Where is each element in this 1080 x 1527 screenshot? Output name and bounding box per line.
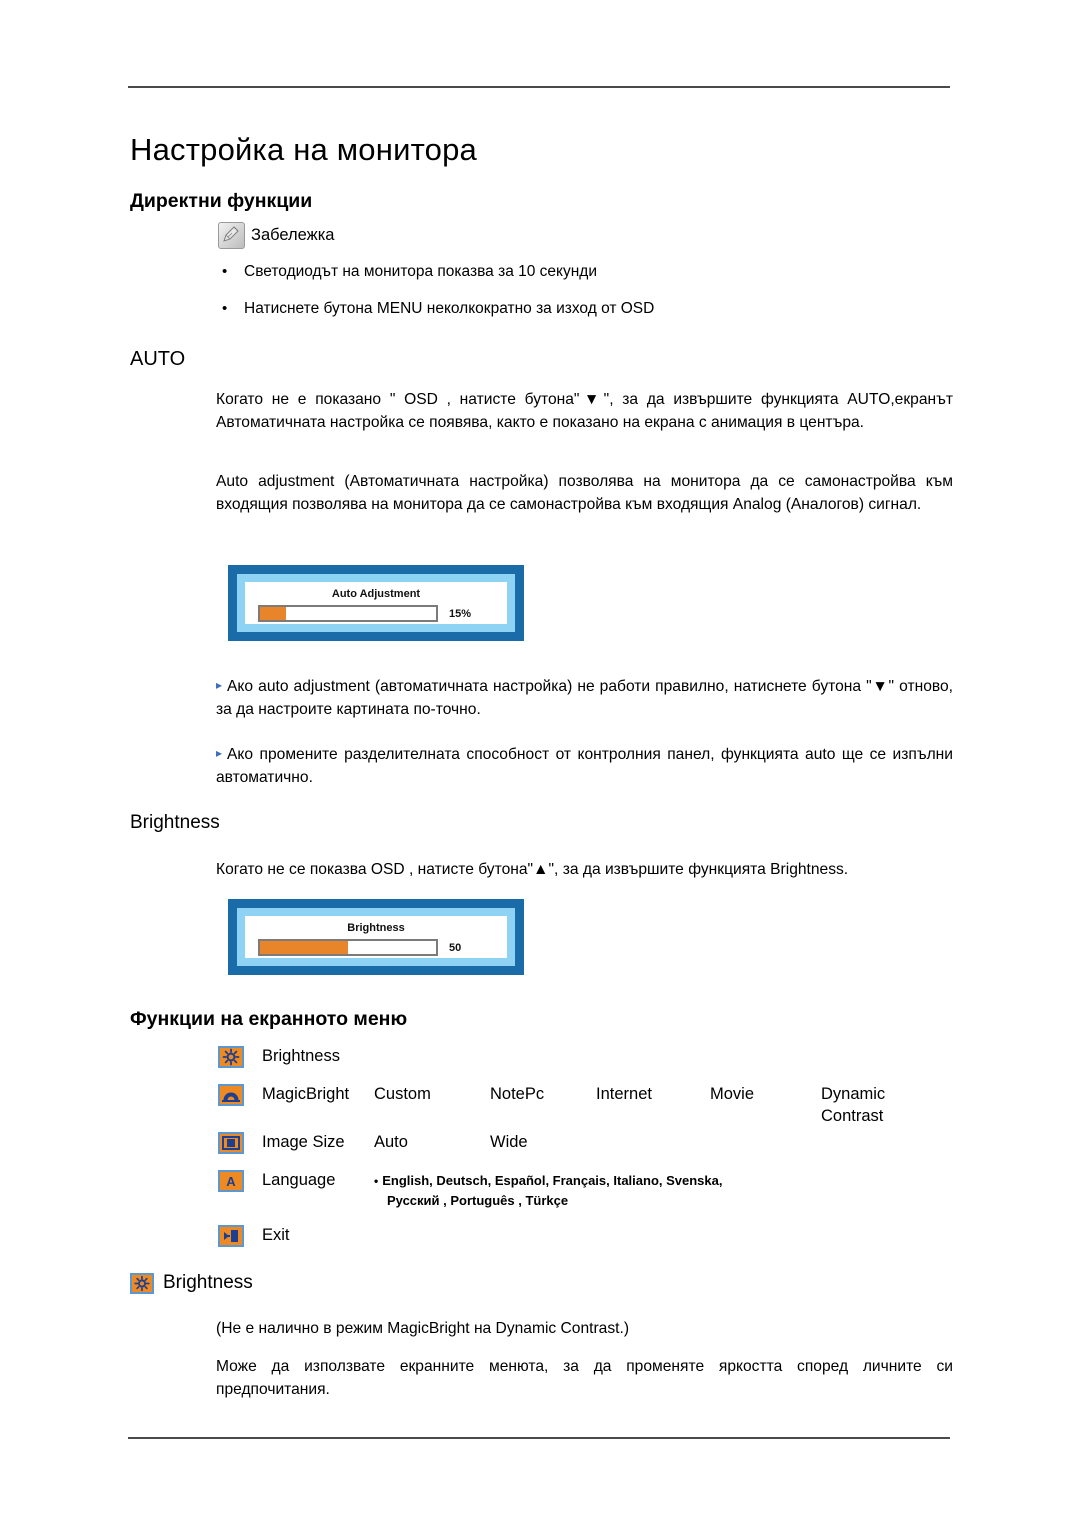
menu-option-auto[interactable]: Auto [374,1131,490,1153]
list-item: • Светодиодът на монитора показва за 10 … [218,262,918,282]
osd-progress-bar [258,939,438,956]
direct-functions-bullets: • Светодиодът на монитора показва за 10 … [218,262,918,336]
brightness-detail-note: (Не е налично в режим MagicBright на Dyn… [216,1320,630,1337]
menu-label: Exit [262,1226,290,1244]
osd-brightness: Brightness 50 [228,899,524,975]
osd-title: Auto Adjustment [331,588,421,600]
osd-progress-value: 50 [449,941,462,954]
language-line-2: Русский , Português , Türkçe [387,1193,569,1208]
auto-paragraph-2: Auto adjustment (Автоматичната настройка… [216,473,953,513]
osd-bezel: Auto Adjustment 15% [237,574,515,632]
osd-bar-row: 50 [258,939,499,956]
auto-tip-2: ▸ Ако промените разделителната способност… [216,742,953,789]
section-heading-osd-menu: Функции на екранното меню [130,1008,408,1030]
note-pen-icon [218,222,245,249]
language-options[interactable]: • English, Deutsch, Español, Français, It… [374,1171,722,1210]
brightness-paragraph: Когато не се показва OSD , натисте бутон… [216,861,849,878]
exit-door-icon [218,1225,244,1247]
auto-paragraph-1: Когато не е показано " OSD , натисте бут… [216,391,953,431]
brightness-detail-heading: Brightness [130,1272,253,1294]
auto-tip-1: ▸ Ако auto adjustment (автоматичната наст… [216,674,953,721]
brightness-sun-icon [218,1046,244,1068]
menu-label: Language [262,1171,336,1189]
menu-option-notepc[interactable]: NotePc [490,1083,596,1105]
osd-progress-fill [260,607,287,620]
header-divider [128,86,950,88]
menu-row-exit[interactable]: Exit [218,1224,978,1250]
note-callout: Забележка [218,222,334,249]
brightness-detail-label: Brightness [163,1272,253,1293]
menu-label: Image Size [262,1133,345,1151]
osd-progress-bar [258,605,438,622]
note-label: Забележка [251,226,335,244]
menu-option-dynamic-contrast[interactable]: Dynamic Contrast [821,1083,886,1125]
footer-divider [128,1437,950,1439]
menu-row-image-size[interactable]: Image Size Auto Wide [218,1131,978,1157]
section-heading-auto: AUTO [130,348,186,370]
osd-screen: Auto Adjustment 15% [245,582,507,624]
page-title: Настройка на монитора [130,132,477,167]
brightness-detail-paragraph: Може да използвате екранните менюта, за … [216,1358,953,1398]
arrow-bullet-icon: ▸ [216,678,223,692]
menu-row-language[interactable]: A Language • English, Deutsch, Español, F… [218,1169,978,1210]
document-page: Настройка на монитора Директни функции З… [0,0,1080,1527]
menu-label: Brightness [262,1047,340,1065]
image-size-frame-icon [218,1132,244,1154]
menu-row-brightness[interactable]: Brightness [218,1045,978,1071]
language-line-1: English, Deutsch, Español, Français, Ita… [382,1173,723,1188]
bullet-marker: • [222,300,228,317]
brightness-sun-icon [130,1273,154,1294]
menu-option-wide[interactable]: Wide [490,1131,528,1153]
osd-progress-value: 15% [449,607,472,620]
magicbright-arch-icon [218,1084,244,1106]
osd-progress-fill [260,941,348,954]
menu-option-internet[interactable]: Internet [596,1083,710,1105]
section-heading-brightness-direct: Brightness [130,812,220,833]
osd-auto-adjustment: Auto Adjustment 15% [228,565,524,641]
list-item: • Натиснете бутона MENU неколкократно за… [218,299,918,319]
osd-bezel: Brightness 50 [237,908,515,966]
menu-option-custom[interactable]: Custom [374,1083,490,1105]
bullet-marker: • [222,263,228,280]
language-bullet-marker: • [374,1174,379,1188]
auto-tip-1-text: Ако auto adjustment (автоматичната настр… [216,678,953,718]
osd-title: Brightness [347,922,405,934]
menu-row-magicbright[interactable]: MagicBright Custom NotePc Internet Movie… [218,1083,978,1125]
language-a-icon: A [218,1170,244,1192]
list-item-text: Светодиодът на монитора показва за 10 се… [244,263,598,280]
svg-text:A: A [226,1174,236,1189]
arrow-bullet-icon: ▸ [216,746,223,760]
list-item-text: Натиснете бутона MENU неколкократно за и… [244,300,655,317]
menu-option-movie[interactable]: Movie [710,1083,821,1105]
osd-bar-row: 15% [258,605,499,622]
osd-menu-list: Brightness MagicBright Custom NotePc Int… [218,1045,978,1262]
section-heading-direct-functions: Директни функции [130,190,313,212]
auto-tip-2-text: Ако промените разделителната способност … [216,746,953,786]
osd-screen: Brightness 50 [245,916,507,958]
menu-label: MagicBright [262,1085,350,1103]
menu-option-contrast-label: Contrast [821,1107,884,1125]
menu-option-dynamic-label: Dynamic [821,1085,886,1103]
